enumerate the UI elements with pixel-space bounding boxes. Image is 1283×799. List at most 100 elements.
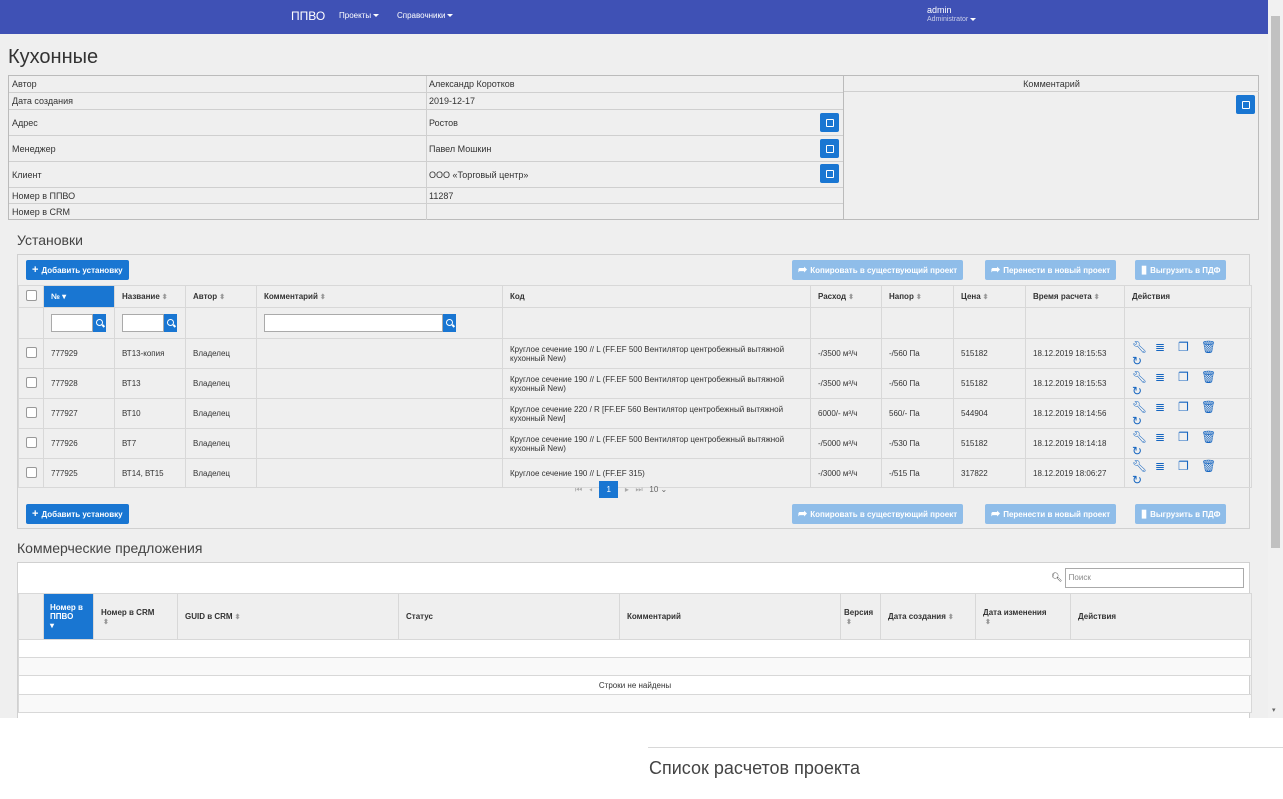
col-version[interactable]: Версия ⬍ bbox=[840, 593, 881, 640]
copy-to-project-button[interactable]: ➦ Копировать в существующий проект bbox=[792, 260, 964, 280]
plus-icon: + bbox=[32, 508, 39, 520]
col-number[interactable]: № ▾ bbox=[43, 285, 115, 308]
edit-manager-button[interactable] bbox=[820, 139, 839, 158]
cell-flow: -/5000 м³/ч bbox=[810, 428, 882, 459]
info-label: Номер в CRM bbox=[12, 207, 70, 217]
copy-to-project-button-bottom[interactable]: ➦ Копировать в существующий проект bbox=[792, 504, 964, 524]
refresh-icon[interactable]: ↻ bbox=[1132, 354, 1155, 368]
col-modified[interactable]: Дата изменения ⬍ bbox=[975, 593, 1071, 640]
trash-icon[interactable]: 🗑︎ bbox=[1201, 400, 1224, 414]
refresh-icon[interactable]: ↻ bbox=[1132, 473, 1155, 487]
first-page-icon[interactable]: ⏮ bbox=[575, 485, 582, 494]
select-all-checkbox[interactable] bbox=[26, 290, 37, 301]
refresh-icon[interactable]: ↻ bbox=[1132, 414, 1155, 428]
refresh-icon[interactable]: ↻ bbox=[1132, 384, 1155, 398]
wrench-icon[interactable]: 🔧︎ bbox=[1132, 430, 1155, 444]
list-icon[interactable]: ≣ bbox=[1155, 340, 1178, 354]
refresh-icon[interactable]: ↻ bbox=[1132, 444, 1155, 458]
brand-link[interactable]: ППВО bbox=[291, 9, 325, 23]
chevron-down-icon bbox=[970, 17, 977, 21]
file-icon: ▮ bbox=[1141, 508, 1148, 520]
filter-number-input[interactable] bbox=[51, 314, 93, 332]
col-crm-number[interactable]: Номер в CRM ⬍ bbox=[93, 593, 178, 640]
col-ppvo-number[interactable]: Номер в ППВО ▾ bbox=[43, 593, 94, 640]
user-menu[interactable]: admin Administrator bbox=[927, 6, 977, 24]
copy-icon[interactable]: ❐ bbox=[1178, 370, 1201, 384]
col-crm-guid[interactable]: GUID в CRM ⬍ bbox=[177, 593, 399, 640]
col-comment[interactable]: Комментарий ⬍ bbox=[256, 285, 503, 308]
directories-menu[interactable]: Справочники bbox=[397, 11, 454, 20]
col-calc-time[interactable]: Время расчета ⬍ bbox=[1025, 285, 1125, 308]
projects-menu[interactable]: Проекты bbox=[339, 11, 380, 20]
trash-icon[interactable]: 🗑︎ bbox=[1201, 460, 1224, 474]
header-empty bbox=[18, 593, 44, 640]
proposals-title: Коммерческие предложения bbox=[17, 540, 203, 556]
edit-comment-button[interactable] bbox=[1236, 95, 1255, 114]
page-1-button[interactable]: 1 bbox=[599, 481, 619, 498]
wrench-icon[interactable]: 🔧︎ bbox=[1132, 460, 1155, 474]
search-icon[interactable] bbox=[164, 314, 177, 332]
edit-address-button[interactable] bbox=[820, 113, 839, 132]
search-icon[interactable] bbox=[443, 314, 456, 332]
row-checkbox-cell[interactable] bbox=[18, 458, 44, 488]
trash-icon[interactable]: 🗑︎ bbox=[1201, 430, 1224, 444]
next-page-icon[interactable]: ▸ bbox=[625, 485, 629, 494]
edit-client-button[interactable] bbox=[820, 164, 839, 183]
add-installation-button-bottom[interactable]: + Добавить установку bbox=[26, 504, 129, 524]
row-checkbox[interactable] bbox=[26, 377, 37, 388]
export-pdf-button-bottom[interactable]: ▮ Выгрузить в ПДФ bbox=[1135, 504, 1227, 524]
copy-icon[interactable]: ❐ bbox=[1178, 430, 1201, 444]
list-icon[interactable]: ≣ bbox=[1155, 430, 1178, 444]
col-pressure[interactable]: Напор ⬍ bbox=[881, 285, 954, 308]
row-checkbox-cell[interactable] bbox=[18, 338, 44, 369]
trash-icon[interactable]: 🗑︎ bbox=[1201, 370, 1224, 384]
row-checkbox-cell[interactable] bbox=[18, 428, 44, 459]
select-all-checkbox-cell[interactable] bbox=[18, 285, 44, 308]
row-checkbox-cell[interactable] bbox=[18, 398, 44, 429]
page-size-select[interactable]: 10 ⌄ bbox=[649, 485, 667, 494]
filter-comment-input[interactable] bbox=[264, 314, 443, 332]
spacer-row bbox=[18, 694, 1252, 713]
move-to-new-project-button[interactable]: ➦ Перенести в новый проект bbox=[985, 260, 1117, 280]
last-page-icon[interactable]: ⏭ bbox=[636, 485, 643, 494]
scrollbar-thumb[interactable] bbox=[1271, 16, 1280, 548]
user-role: Administrator bbox=[927, 15, 977, 24]
vertical-scrollbar[interactable]: ▾ bbox=[1268, 0, 1283, 718]
col-price[interactable]: Цена ⬍ bbox=[953, 285, 1026, 308]
copy-icon[interactable]: ❐ bbox=[1178, 340, 1201, 354]
filter-empty bbox=[1025, 307, 1125, 339]
list-icon[interactable]: ≣ bbox=[1155, 400, 1178, 414]
row-checkbox[interactable] bbox=[26, 347, 37, 358]
scroll-down-icon[interactable]: ▾ bbox=[1272, 706, 1276, 714]
row-checkbox[interactable] bbox=[26, 437, 37, 448]
list-icon[interactable]: ≣ bbox=[1155, 370, 1178, 384]
export-pdf-button[interactable]: ▮ Выгрузить в ПДФ bbox=[1135, 260, 1227, 280]
copy-icon[interactable]: ❐ bbox=[1178, 400, 1201, 414]
search-input[interactable]: Поиск bbox=[1064, 568, 1244, 588]
cell-flow: -/3000 м³/ч bbox=[810, 458, 882, 488]
col-name[interactable]: Название ⬍ bbox=[114, 285, 186, 308]
plus-icon: + bbox=[32, 264, 39, 276]
row-checkbox[interactable] bbox=[26, 466, 37, 478]
filter-name-input[interactable] bbox=[122, 314, 164, 332]
col-actions: Действия bbox=[1070, 593, 1252, 640]
row-checkbox[interactable] bbox=[26, 407, 37, 418]
col-created[interactable]: Дата создания ⬍ bbox=[880, 593, 976, 640]
cell-actions: 🔧︎ ≣ ❐ 🗑︎ ↻ bbox=[1124, 398, 1252, 429]
prev-page-icon[interactable]: ◂ bbox=[589, 485, 593, 494]
search-icon[interactable] bbox=[93, 314, 106, 332]
list-icon[interactable]: ≣ bbox=[1155, 460, 1178, 474]
share-icon: ➦ bbox=[798, 264, 808, 276]
col-flow[interactable]: Расход ⬍ bbox=[810, 285, 882, 308]
row-checkbox-cell[interactable] bbox=[18, 368, 44, 399]
chevron-down-icon bbox=[447, 14, 454, 18]
sort-icon: ⬍ bbox=[219, 294, 226, 301]
trash-icon[interactable]: 🗑︎ bbox=[1201, 340, 1224, 354]
wrench-icon[interactable]: 🔧︎ bbox=[1132, 340, 1155, 354]
move-to-new-project-button-bottom[interactable]: ➦ Перенести в новый проект bbox=[985, 504, 1117, 524]
col-author[interactable]: Автор ⬍ bbox=[185, 285, 257, 308]
copy-icon[interactable]: ❐ bbox=[1178, 460, 1201, 474]
add-installation-button[interactable]: + Добавить установку bbox=[26, 260, 129, 280]
wrench-icon[interactable]: 🔧︎ bbox=[1132, 400, 1155, 414]
wrench-icon[interactable]: 🔧︎ bbox=[1132, 370, 1155, 384]
